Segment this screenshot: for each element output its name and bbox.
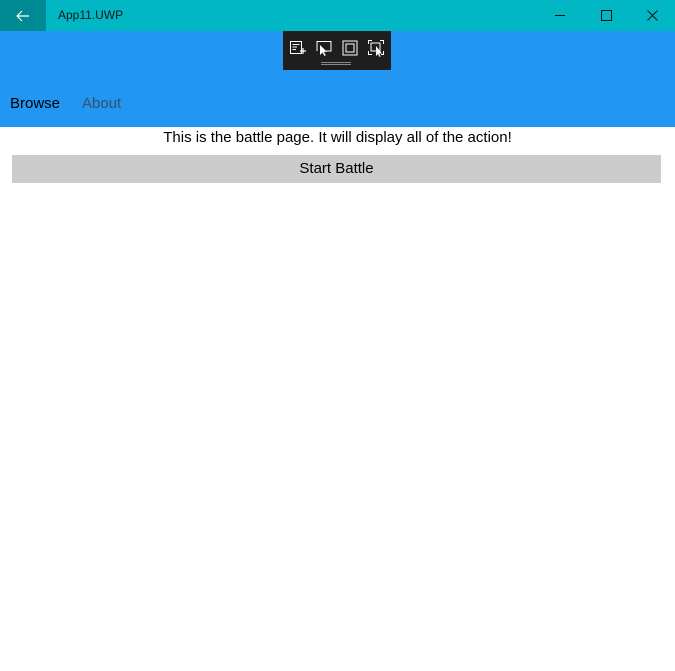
display-layout-adorners-button[interactable]	[341, 39, 359, 57]
live-visual-tree-icon	[290, 41, 306, 54]
back-arrow-icon	[16, 10, 29, 21]
live-visual-tree-button[interactable]	[289, 39, 307, 57]
minimize-button[interactable]	[537, 0, 583, 31]
select-element-icon	[316, 41, 332, 56]
track-focused-element-button[interactable]	[367, 39, 385, 57]
select-element-button[interactable]	[315, 39, 333, 57]
close-button[interactable]	[629, 0, 675, 31]
tab-about[interactable]: About	[82, 95, 121, 113]
maximize-icon	[600, 10, 612, 21]
in-app-debug-toolbar	[283, 31, 391, 70]
tab-browse[interactable]: Browse	[10, 95, 60, 113]
display-layout-adorners-icon	[342, 40, 358, 56]
close-icon	[646, 10, 658, 21]
title-bar: App11.UWP	[0, 0, 675, 31]
back-button[interactable]	[0, 0, 46, 31]
start-battle-button[interactable]: Start Battle	[12, 155, 661, 183]
toolbar-drag-handle[interactable]	[321, 62, 351, 65]
window-title: App11.UWP	[58, 8, 124, 22]
track-focused-element-icon	[368, 40, 384, 57]
battle-page-description: This is the battle page. It will display…	[163, 129, 512, 146]
maximize-button[interactable]	[583, 0, 629, 31]
minimize-icon	[554, 15, 565, 16]
